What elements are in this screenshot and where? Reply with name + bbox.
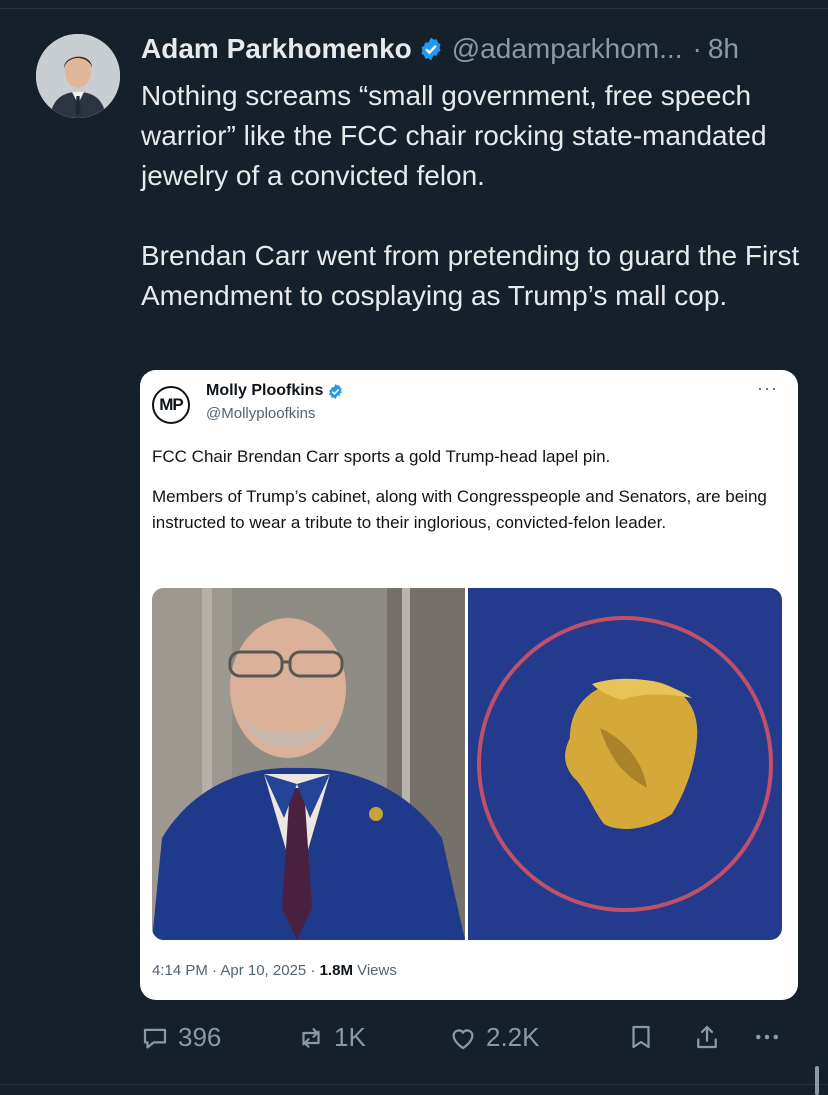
quoted-author-handle[interactable]: @Mollyploofkins [206,405,315,422]
bookmark-button[interactable] [626,1022,664,1052]
views-count: 1.8M [319,962,353,979]
separator-dot: · [692,33,702,64]
scrollbar[interactable] [815,1066,819,1095]
share-icon [697,1025,717,1049]
author-handle[interactable]: @adamparkhom... [452,33,683,65]
quoted-paragraph: Members of Trump’s cabinet, along with C… [152,487,767,532]
reply-icon [143,1028,167,1048]
author-avatar[interactable] [36,34,120,118]
quoted-timestamp[interactable]: 4:14 PM · Apr 10, 2025 · [152,962,320,979]
top-divider [0,8,828,9]
author-name[interactable]: Adam Parkhomenko [141,33,412,65]
quoted-tweet-card[interactable]: MP Molly Ploofkins @Mollyploofkins ··· F… [140,370,798,1000]
action-bar: 396 1K 2.2K [140,1022,800,1062]
quoted-tweet-text: FCC Chair Brendan Carr sports a gold Tru… [152,444,786,550]
verified-badge-icon [329,383,343,399]
like-button[interactable]: 2.2K [448,1022,540,1053]
post-header: Adam Parkhomenko @adamparkhom... · 8h [141,30,739,68]
quoted-paragraph: FCC Chair Brendan Carr sports a gold Tru… [152,447,611,466]
quoted-author-avatar[interactable]: MP [152,386,190,424]
more-actions-button[interactable] [752,1022,790,1052]
bookmark-icon [632,1025,650,1049]
reply-button[interactable]: 396 [140,1022,221,1053]
more-horizontal-icon [756,1034,778,1040]
quoted-media-image[interactable] [152,588,782,940]
quoted-author-name-row: Molly Ploofkins [206,382,344,400]
repost-count: 1K [334,1022,366,1052]
share-button[interactable] [692,1022,730,1052]
repost-button[interactable]: 1K [296,1022,366,1053]
heart-icon [452,1028,474,1049]
repost-icon [302,1027,320,1048]
like-count: 2.2K [486,1022,540,1052]
post-text: Nothing screams “small government, free … [141,80,800,311]
quoted-tweet-meta: 4:14 PM · Apr 10, 2025 · 1.8M Views [152,962,397,979]
views-label: Views [352,962,397,979]
verified-badge-icon [421,37,441,61]
post-timestamp[interactable]: 8h [708,33,739,65]
reply-count: 396 [178,1022,222,1052]
quoted-author-name[interactable]: Molly Ploofkins [206,382,323,400]
bottom-divider [0,1084,828,1085]
more-options-icon[interactable]: ··· [757,378,778,399]
